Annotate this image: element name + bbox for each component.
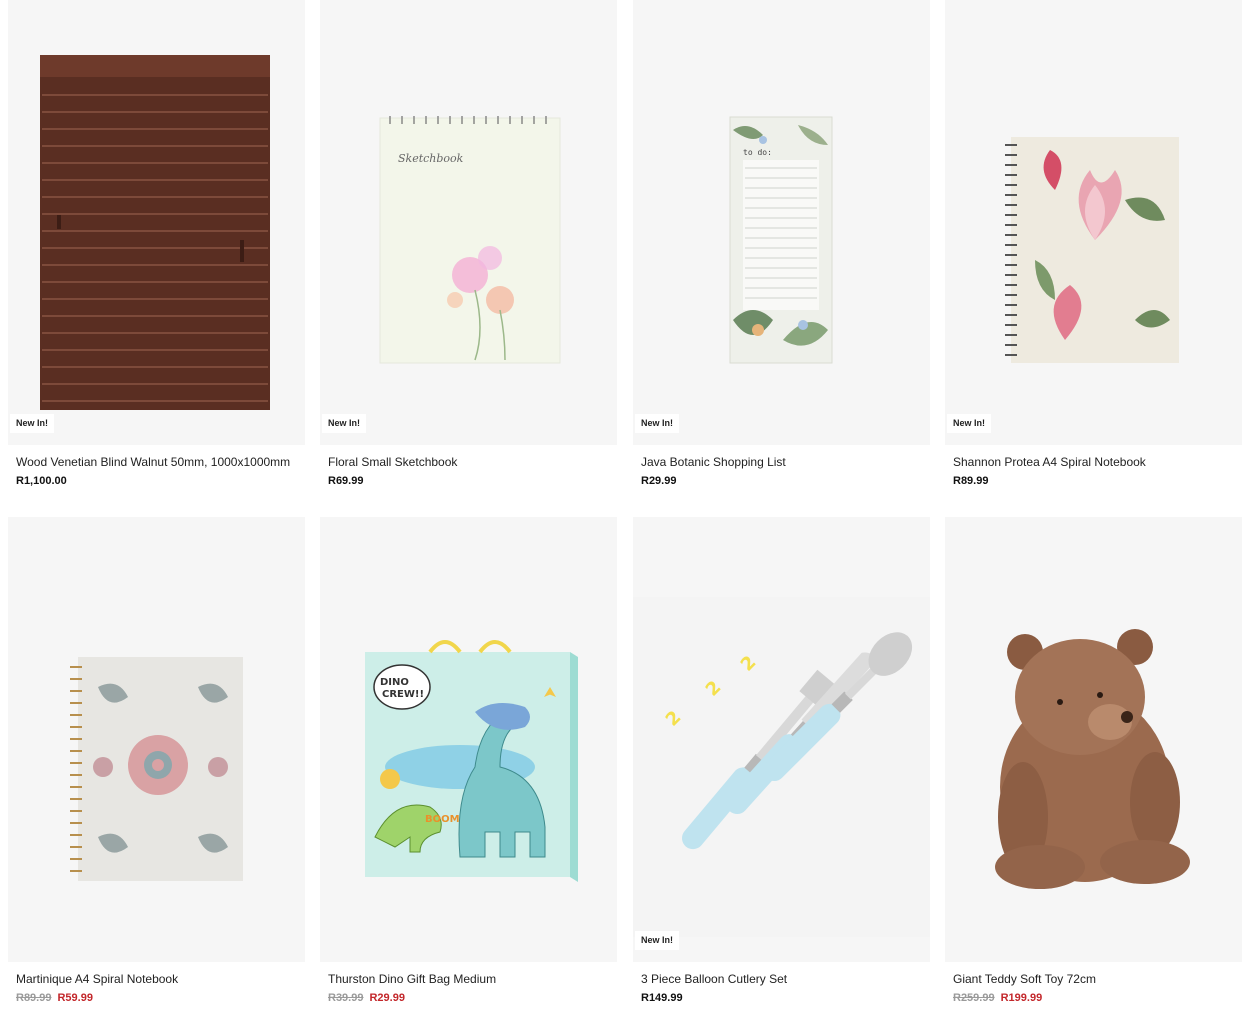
product-title[interactable]: Floral Small Sketchbook (328, 455, 617, 469)
dino-bag-text: CREW!! (382, 689, 424, 700)
product-price: R89.99 (953, 475, 989, 487)
sale-price: R29.99 (369, 992, 405, 1004)
product-title[interactable]: 3 Piece Balloon Cutlery Set (641, 972, 930, 986)
shopping-list-header: to do: (743, 148, 772, 157)
price-row: R39.99 R29.99 (328, 992, 617, 1005)
original-price: R89.99 (16, 992, 52, 1004)
teddy-bear-image (995, 629, 1190, 889)
price-row: R29.99 (641, 475, 930, 488)
sketchbook-image: Sketchbook (379, 116, 561, 364)
product-image[interactable]: to do: New In! (633, 0, 930, 445)
product-price: R149.99 (641, 992, 683, 1004)
dino-gift-bag-image: DINO CREW!! BOOM (365, 640, 578, 882)
price-row: R69.99 (328, 475, 617, 488)
product-card[interactable]: New In! Shannon Protea A4 Spiral Noteboo… (945, 0, 1242, 488)
product-price: R69.99 (328, 475, 364, 487)
product-image[interactable]: DINO CREW!! BOOM (320, 517, 617, 962)
product-card[interactable]: Martinique A4 Spiral Notebook R89.99 R59.… (8, 517, 305, 1005)
price-row: R89.99 R59.99 (16, 992, 305, 1005)
product-card[interactable]: Sketchbook New In! Floral Small Sketchbo… (320, 0, 617, 488)
product-card[interactable]: to do: New In! Java Botanic Shopping Lis… (633, 0, 930, 488)
product-image[interactable] (8, 517, 305, 962)
product-title[interactable]: Shannon Protea A4 Spiral Notebook (953, 455, 1242, 469)
product-card[interactable]: Giant Teddy Soft Toy 72cm R259.99 R199.99 (945, 517, 1242, 1005)
product-title[interactable]: Thurston Dino Gift Bag Medium (328, 972, 617, 986)
cutlery-set-image: 2 2 2 (633, 597, 930, 937)
product-price: R29.99 (641, 475, 677, 487)
product-title[interactable]: Java Botanic Shopping List (641, 455, 930, 469)
original-price: R259.99 (953, 992, 995, 1004)
new-in-badge: New In! (947, 414, 992, 433)
product-title[interactable]: Giant Teddy Soft Toy 72cm (953, 972, 1242, 986)
product-price: R1,100.00 (16, 475, 67, 487)
dino-bag-text: BOOM (425, 814, 460, 825)
venetian-blind-image (40, 55, 270, 410)
product-card[interactable]: DINO CREW!! BOOM Thurston Dino Gift Bag … (320, 517, 617, 1005)
product-image[interactable]: New In! (8, 0, 305, 445)
protea-notebook-image (1005, 137, 1179, 363)
price-row: R259.99 R199.99 (953, 992, 1242, 1005)
product-image[interactable]: 2 2 2 New In! (633, 517, 930, 962)
sale-price: R59.99 (57, 992, 93, 1004)
sketchbook-cover-text: Sketchbook (398, 152, 464, 165)
new-in-badge: New In! (635, 414, 680, 433)
price-row: R1,100.00 (16, 475, 305, 488)
dino-bag-text: DINO (380, 677, 409, 688)
martinique-notebook-image (70, 657, 243, 881)
product-image[interactable] (945, 517, 1242, 962)
new-in-badge: New In! (322, 414, 367, 433)
product-title[interactable]: Martinique A4 Spiral Notebook (16, 972, 305, 986)
price-row: R89.99 (953, 475, 1242, 488)
product-title[interactable]: Wood Venetian Blind Walnut 50mm, 1000x10… (16, 455, 305, 469)
price-row: R149.99 (641, 992, 930, 1005)
product-image[interactable]: New In! (945, 0, 1242, 445)
shopping-list-image: to do: (729, 116, 833, 364)
product-card[interactable]: 2 2 2 New In! 3 Piece Balloon Cutlery Se… (633, 517, 930, 1005)
sale-price: R199.99 (1000, 992, 1043, 1004)
new-in-badge: New In! (635, 931, 680, 950)
new-in-badge: New In! (10, 414, 55, 433)
product-card[interactable]: New In! Wood Venetian Blind Walnut 50mm,… (8, 0, 305, 488)
product-image[interactable]: Sketchbook New In! (320, 0, 617, 445)
original-price: R39.99 (328, 992, 364, 1004)
